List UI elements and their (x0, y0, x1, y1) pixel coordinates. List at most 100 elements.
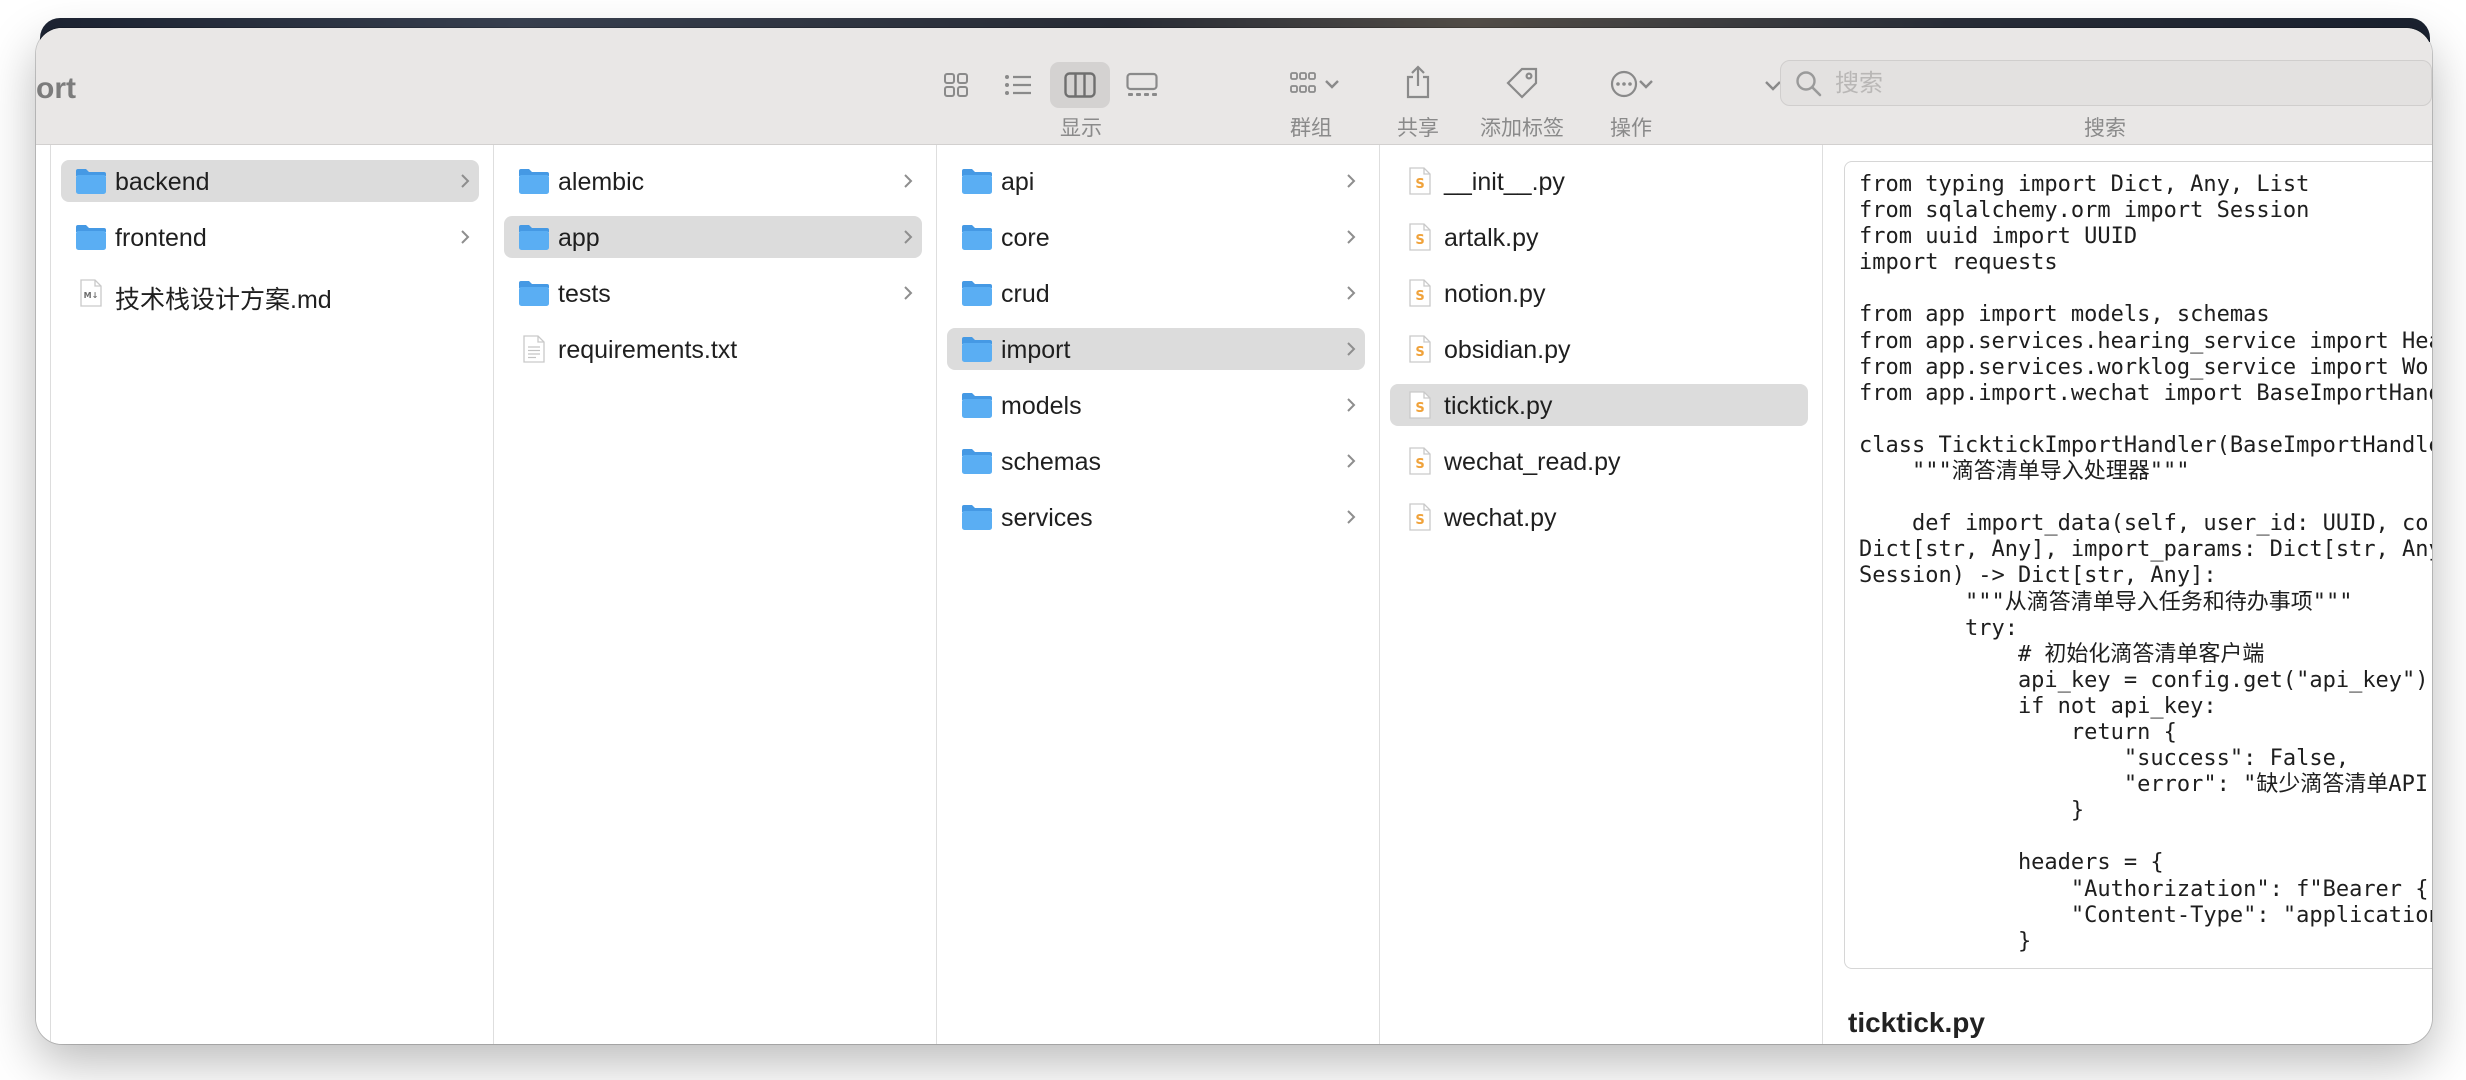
item-name: requirements.txt (558, 336, 738, 364)
python-file-icon: S (1404, 503, 1436, 531)
item-name: 技术栈设计方案.md (115, 286, 332, 314)
folder-row[interactable]: backend (61, 160, 479, 202)
chevron-down-icon (1639, 80, 1653, 89)
more-icon (1610, 70, 1638, 98)
chevron-right-icon (459, 172, 471, 195)
svg-text:M↓: M↓ (84, 291, 99, 300)
item-name: artalk.py (1444, 224, 1539, 252)
tag-icon (1506, 67, 1538, 99)
preview-file-title: ticktick.py (1848, 1007, 1985, 1038)
item-name: wechat.py (1444, 504, 1557, 532)
file-row[interactable]: requirements.txt (504, 328, 922, 370)
python-file-icon: S (1404, 391, 1436, 419)
markdown-file-icon: M↓ (75, 279, 107, 307)
folder-row[interactable]: core (947, 216, 1365, 258)
file-row[interactable]: Sticktick.py (1390, 384, 1808, 426)
action-button[interactable] (1600, 64, 1664, 104)
column-3: api core crud import models schemas services (937, 145, 1380, 1044)
file-row[interactable]: Sobsidian.py (1390, 328, 1808, 370)
chevron-right-icon (1345, 452, 1357, 475)
folder-row[interactable]: alembic (504, 160, 922, 202)
folder-row[interactable]: app (504, 216, 922, 258)
python-file-icon: S (1404, 279, 1436, 307)
share-icon (1406, 65, 1430, 99)
group-button[interactable] (1280, 64, 1350, 104)
search-label: 搜索 (2084, 117, 2126, 140)
code-preview[interactable]: from typing import Dict, Any, List from … (1844, 161, 2432, 969)
text-file-icon (518, 335, 550, 363)
file-row[interactable]: S __init__.py (1390, 160, 1808, 202)
grid-icon (944, 73, 968, 97)
folder-icon (518, 167, 550, 195)
tag-label: 添加标签 (1480, 117, 1564, 140)
folder-row[interactable]: models (947, 384, 1365, 426)
python-file-icon: S (1404, 447, 1436, 475)
item-name: obsidian.py (1444, 336, 1571, 364)
list-view-button[interactable] (988, 62, 1048, 108)
chevron-right-icon (1345, 228, 1357, 251)
code-text: from typing import Dict, Any, List from … (1859, 172, 2432, 954)
view-mode-group (926, 62, 1202, 108)
folder-icon (961, 391, 993, 419)
folder-icon (961, 447, 993, 475)
folder-icon (75, 167, 107, 195)
group-icon (1290, 72, 1316, 93)
folder-icon (518, 279, 550, 307)
item-name: api (1001, 168, 1035, 196)
folder-icon (961, 167, 993, 195)
folder-icon (961, 503, 993, 531)
search-icon (1796, 71, 1822, 97)
search-input[interactable] (1833, 67, 2417, 101)
folder-row[interactable]: tests (504, 272, 922, 314)
folder-icon (75, 223, 107, 251)
folder-icon (518, 223, 550, 251)
item-name: schemas (1001, 448, 1102, 476)
file-row[interactable]: Sartalk.py (1390, 216, 1808, 258)
svg-text:S: S (1415, 345, 1424, 360)
svg-text:S: S (1415, 513, 1424, 528)
toolbar: ort 显示 群组 共享 添加标签 操作 搜索 搜索 (36, 28, 2432, 145)
folder-row[interactable]: services (947, 496, 1365, 538)
share-button[interactable] (1398, 60, 1438, 104)
icon-view-button[interactable] (926, 62, 986, 108)
column-4: S __init__.py Sartalk.py Snotion.py Sobsidia… (1380, 145, 1823, 1044)
folder-icon (961, 279, 993, 307)
file-row[interactable]: Swechat_read.py (1390, 440, 1808, 482)
finder-window: ort 显示 群组 共享 添加标签 操作 搜索 搜索 backend front… (36, 28, 2432, 1044)
folder-row[interactable]: api (947, 160, 1365, 202)
column-2: alembic app tests requirements.txt (494, 145, 937, 1044)
tag-button[interactable] (1500, 62, 1544, 104)
svg-text:S: S (1415, 177, 1424, 192)
item-name: tests (558, 280, 611, 308)
gallery-view-button[interactable] (1112, 62, 1172, 108)
column-view-button[interactable] (1050, 62, 1110, 108)
item-name: __init__.py (1444, 168, 1565, 196)
item-name: models (1001, 392, 1082, 420)
chevron-right-icon (1345, 396, 1357, 419)
folder-row[interactable]: import (947, 328, 1365, 370)
column-browser: backend frontend M↓ 技术栈设计方案.md alembic app te… (36, 145, 2432, 1044)
folder-icon (961, 335, 993, 363)
group-label: 群组 (1290, 117, 1332, 140)
file-row[interactable]: M↓ 技术栈设计方案.md (61, 272, 479, 314)
folder-row[interactable]: schemas (947, 440, 1365, 482)
item-name: backend (115, 168, 210, 196)
svg-text:S: S (1415, 401, 1424, 416)
python-file-icon: S (1404, 335, 1436, 363)
search-field[interactable] (1780, 60, 2432, 106)
list-icon (1005, 75, 1031, 95)
file-row[interactable]: Swechat.py (1390, 496, 1808, 538)
file-row[interactable]: Snotion.py (1390, 272, 1808, 314)
chevron-right-icon (1345, 340, 1357, 363)
folder-row[interactable]: crud (947, 272, 1365, 314)
window-title: ort (36, 72, 76, 105)
python-file-icon: S (1404, 223, 1436, 251)
preview-pane: from typing import Dict, Any, List from … (1844, 145, 2432, 1044)
item-name: core (1001, 224, 1050, 252)
share-label: 共享 (1397, 117, 1439, 140)
folder-icon (961, 223, 993, 251)
item-name: frontend (115, 224, 207, 252)
item-name: ticktick.py (1444, 392, 1553, 420)
folder-row[interactable]: frontend (61, 216, 479, 258)
chevron-right-icon (1345, 508, 1357, 531)
